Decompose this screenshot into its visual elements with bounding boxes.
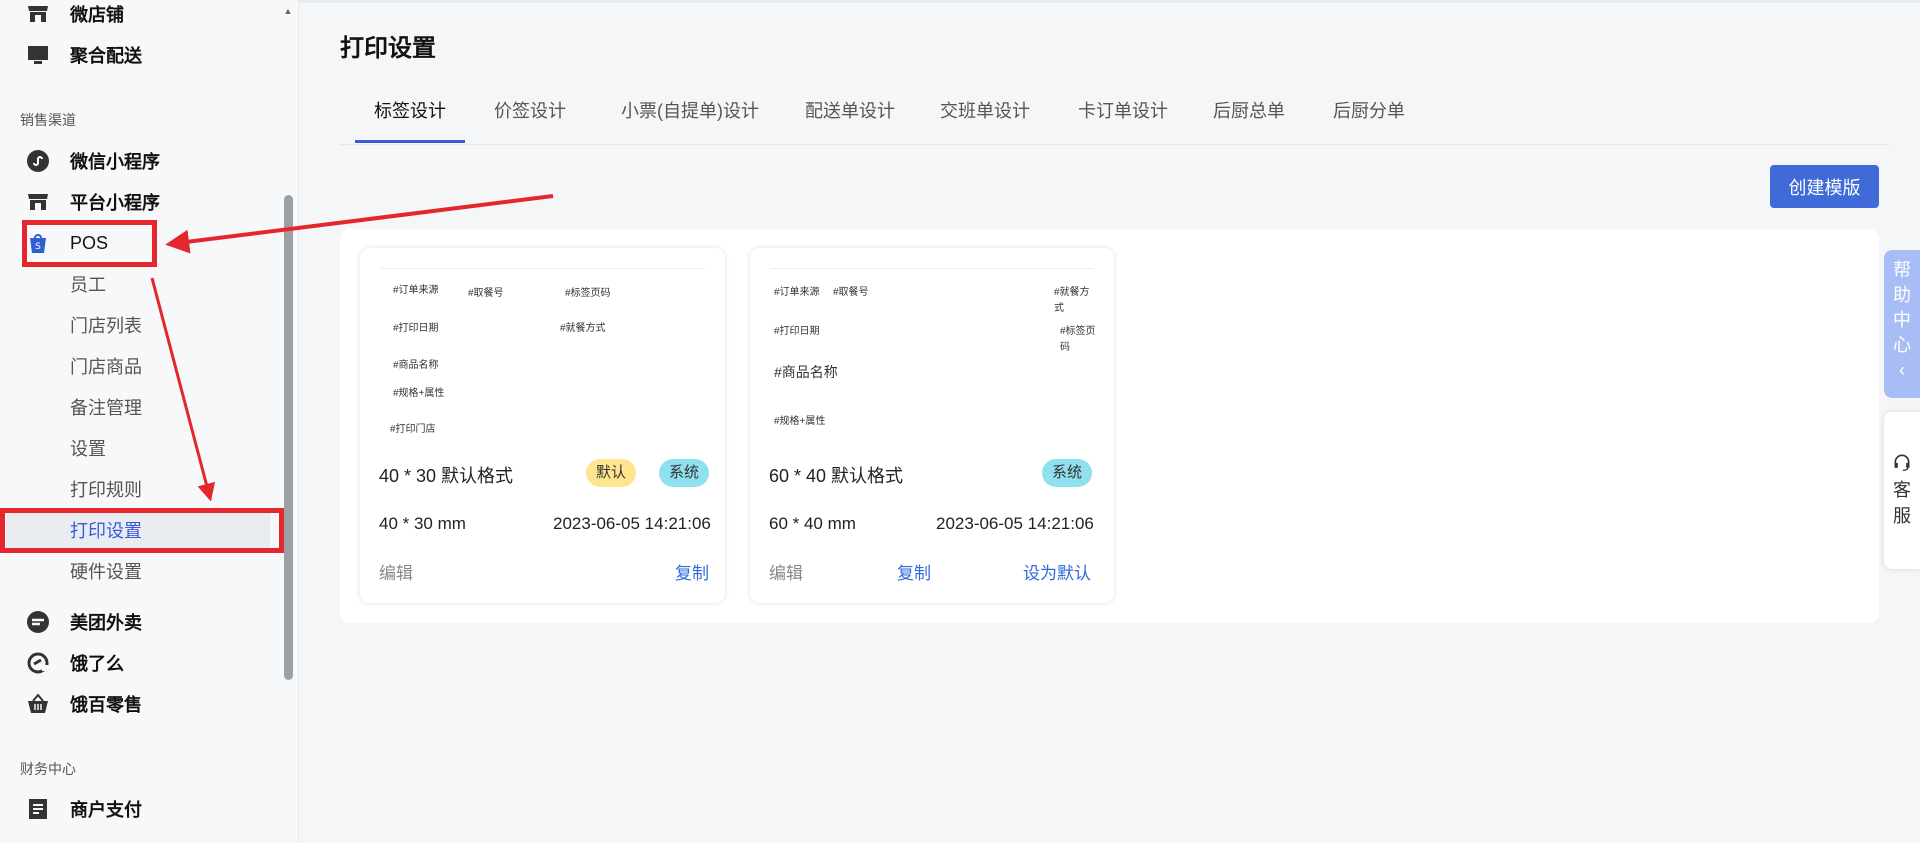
tab-price-tag-design[interactable]: 价签设计 (485, 90, 575, 144)
scroll-thumb[interactable] (284, 195, 293, 680)
sidebar-item-merchant-payment[interactable]: 商户支付 (0, 790, 282, 828)
sidebar-item-platform-mini-program[interactable]: 平台小程序 (0, 183, 282, 221)
template-card: #订单来源 #取餐号 #标签页码 #打印日期 #就餐方式 #商品名称 #规格+属… (360, 248, 725, 603)
tab-kitchen-split[interactable]: 后厨分单 (1324, 90, 1414, 144)
customer-service-tab[interactable]: 客 服 (1884, 412, 1920, 569)
monitor-icon (26, 43, 50, 67)
section-sales-channel: 销售渠道 (20, 112, 76, 128)
sidebar-scrollbar[interactable]: ▲ (282, 0, 294, 843)
sidebar-sub-staff[interactable]: 员工 (0, 265, 282, 303)
sidebar-sub-hardware[interactable]: 硬件设置 (0, 552, 282, 590)
template-time: 2023-06-05 14:21:06 (553, 514, 711, 533)
sidebar-item-eleme[interactable]: 饿了么 (0, 644, 282, 682)
page-title: 打印设置 (340, 35, 436, 62)
document-icon (26, 797, 50, 821)
sidebar: 微店铺 聚合配送 销售渠道 微信小程序 平台小程序 S POS 员工 门店列表 … (0, 0, 299, 843)
sidebar-sub-remarks[interactable]: 备注管理 (0, 388, 282, 426)
tab-kitchen-total[interactable]: 后厨总单 (1204, 90, 1294, 144)
template-name: 40 * 30 默认格式 (379, 466, 514, 486)
highlight-box-pos (22, 220, 157, 267)
headset-icon (1884, 412, 1920, 477)
template-card: #订单来源 #取餐号 #就餐方 式 #打印日期 #标签页 码 #商品名称 #规格… (750, 248, 1114, 603)
sidebar-sub-print-rules[interactable]: 打印规则 (0, 470, 282, 508)
edit-button[interactable]: 编辑 (769, 559, 803, 584)
template-preview: #订单来源 #取餐号 #就餐方 式 #打印日期 #标签页 码 #商品名称 #规格… (770, 268, 1096, 449)
sidebar-item-ebai-retail[interactable]: 饿百零售 (0, 685, 282, 723)
meituan-icon (26, 610, 50, 634)
highlight-box-print-settings (0, 508, 284, 553)
set-default-button[interactable]: 设为默认 (1023, 559, 1091, 584)
template-preview: #订单来源 #取餐号 #标签页码 #打印日期 #就餐方式 #商品名称 #规格+属… (380, 268, 705, 449)
template-panel: #订单来源 #取餐号 #标签页码 #打印日期 #就餐方式 #商品名称 #规格+属… (340, 229, 1879, 623)
copy-button[interactable]: 复制 (675, 559, 709, 584)
system-badge: 系统 (1042, 459, 1093, 487)
eleme-icon (26, 651, 50, 675)
mini-program-icon (26, 149, 50, 173)
tab-bar: 标签设计 价签设计 小票(自提单)设计 配送单设计 交班单设计 卡订单设计 后厨… (340, 90, 1889, 145)
chevron-left-icon: ‹ (1899, 360, 1905, 380)
basket-icon (26, 692, 50, 716)
tab-delivery-note-design[interactable]: 配送单设计 (795, 90, 905, 144)
sidebar-item-meituan[interactable]: 美团外卖 (0, 603, 282, 641)
store-icon (26, 2, 50, 26)
template-size: 40 * 30 mm (379, 514, 466, 533)
template-time: 2023-06-05 14:21:06 (936, 514, 1094, 533)
main-content: 打印设置 标签设计 价签设计 小票(自提单)设计 配送单设计 交班单设计 卡订单… (299, 0, 1920, 843)
sidebar-sub-store-list[interactable]: 门店列表 (0, 306, 282, 344)
tab-receipt-design[interactable]: 小票(自提单)设计 (610, 90, 770, 144)
sidebar-item-wechat-mini-program[interactable]: 微信小程序 (0, 142, 282, 180)
section-finance-center: 财务中心 (20, 761, 76, 777)
sidebar-item-aggregate-delivery[interactable]: 聚合配送 (0, 36, 282, 74)
system-badge: 系统 (659, 459, 710, 487)
active-tab-indicator (355, 140, 465, 143)
sidebar-sub-store-products[interactable]: 门店商品 (0, 347, 282, 385)
tab-label-design[interactable]: 标签设计 (355, 90, 465, 144)
edit-button[interactable]: 编辑 (379, 559, 413, 584)
tab-card-order-design[interactable]: 卡订单设计 (1068, 90, 1178, 144)
store-icon (26, 190, 50, 214)
create-template-button[interactable]: 创建模版 (1770, 165, 1879, 208)
default-badge: 默认 (586, 459, 637, 487)
help-center-tab[interactable]: 帮 助 中 心 ‹ (1884, 250, 1920, 398)
tab-shift-report-design[interactable]: 交班单设计 (930, 90, 1040, 144)
template-size: 60 * 40 mm (769, 514, 856, 533)
scroll-up-arrow-icon[interactable]: ▲ (282, 6, 294, 16)
sidebar-item-micro-store[interactable]: 微店铺 (0, 0, 282, 33)
sidebar-sub-settings[interactable]: 设置 (0, 429, 282, 467)
copy-button[interactable]: 复制 (897, 559, 931, 584)
template-name: 60 * 40 默认格式 (769, 466, 904, 486)
